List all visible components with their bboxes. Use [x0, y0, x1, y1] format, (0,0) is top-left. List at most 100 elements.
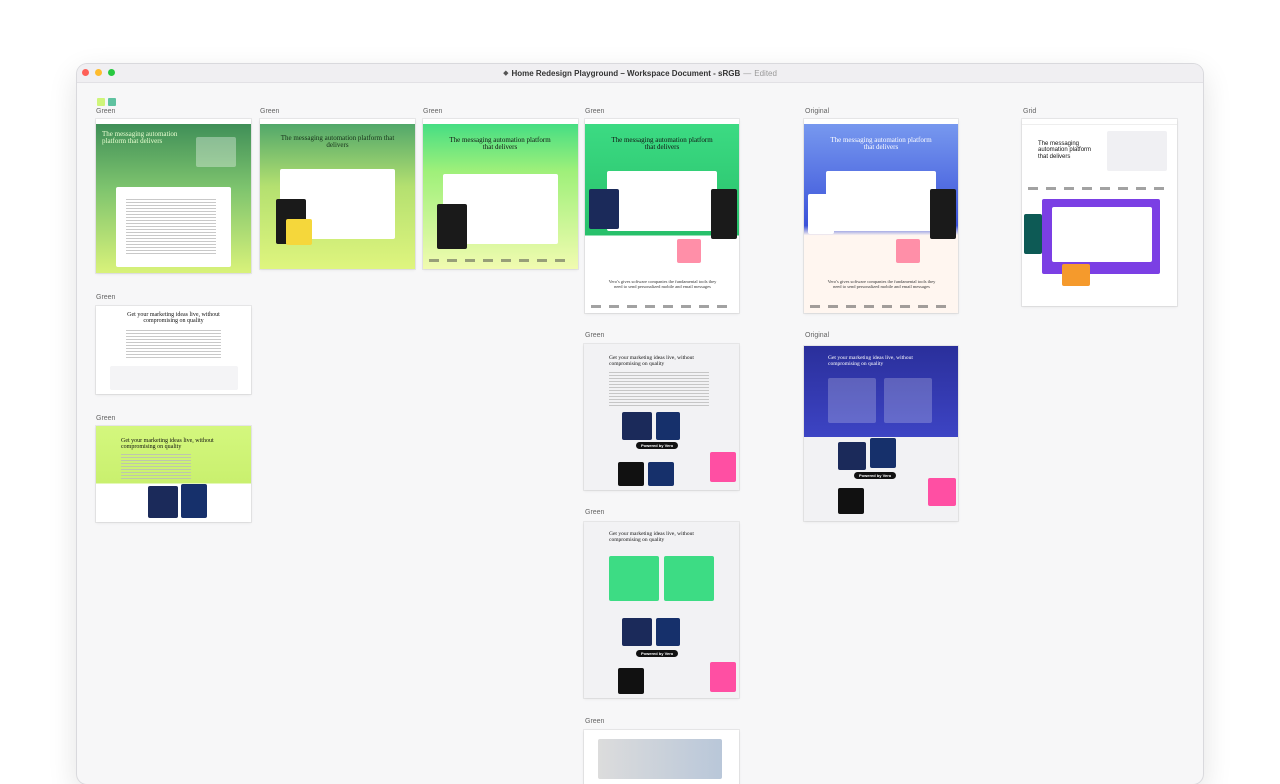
promo-card-yellow: [286, 219, 312, 245]
logo-row: [429, 259, 572, 262]
app-window: ◆ Home Redesign Playground – Workspace D…: [77, 64, 1203, 784]
promo-card-dark: [711, 189, 737, 239]
artboard-original-1[interactable]: The messaging automation platform that d…: [804, 119, 958, 313]
promo-card-orange: [1062, 264, 1090, 286]
promo-card-book: [648, 462, 674, 486]
product-screenshot: [826, 171, 936, 231]
promo-card-pink: [710, 662, 736, 692]
hero-notification-stack: [1107, 131, 1167, 171]
hero-heading: The messaging automation platform that d…: [449, 136, 551, 152]
product-detail: [126, 199, 216, 254]
artboard-green-6[interactable]: Get your marketing ideas live, without c…: [96, 426, 251, 522]
artboard-label: Green: [423, 108, 443, 115]
promo-card-navy: [589, 189, 619, 229]
artboard-label: Green: [260, 108, 280, 115]
product-screenshot: [607, 171, 717, 231]
minimize-button[interactable]: [95, 69, 102, 76]
artboard-green-8[interactable]: Get your marketing ideas live, without c…: [584, 522, 739, 698]
artboard-green-3[interactable]: The messaging automation platform that d…: [423, 119, 578, 269]
hero-heading: The messaging automation platform that d…: [280, 134, 395, 150]
mini-nav: [585, 119, 739, 124]
mini-nav: [96, 119, 251, 124]
color-swatch-lime[interactable]: [97, 98, 105, 106]
promo-card-light: [808, 194, 834, 234]
promo-card-book: [181, 484, 207, 518]
document-title: Home Redesign Playground – Workspace Doc…: [511, 68, 741, 78]
promo-card-teal: [1024, 214, 1042, 254]
promo-card-book: [656, 618, 680, 646]
mini-nav: [260, 119, 415, 124]
promo-card-dark: [838, 488, 864, 514]
window-title: ◆ Home Redesign Playground – Workspace D…: [503, 69, 777, 78]
hero-subtext: Vero's gives software companies the fund…: [827, 279, 936, 290]
feature-row: [110, 366, 238, 390]
close-button[interactable]: [82, 69, 89, 76]
hero-heading: The messaging automation platform that d…: [102, 130, 178, 146]
promo-card-navy: [148, 486, 178, 518]
promo-card-navy: [622, 412, 652, 440]
artboard-label: Grid: [1023, 108, 1037, 115]
product-screenshot: [1052, 207, 1152, 262]
title-bar: ◆ Home Redesign Playground – Workspace D…: [77, 64, 1203, 83]
artboard-green-2[interactable]: The messaging automation platform that d…: [260, 119, 415, 269]
feature-card-green: [664, 556, 714, 601]
artboard-green-4[interactable]: The messaging automation platform that d…: [585, 119, 739, 313]
logo-row: [1028, 187, 1171, 190]
section-heading: Get your marketing ideas live, without c…: [121, 438, 214, 451]
hero-heading: The messaging automation platform that d…: [1038, 141, 1092, 160]
promo-card-navy: [622, 618, 652, 646]
mini-nav: [804, 119, 958, 124]
promo-card-dark: [618, 462, 644, 486]
section-heading: Get your marketing ideas live, without c…: [609, 355, 694, 367]
edited-status: Edited: [754, 68, 777, 78]
section-heading: Get your marketing ideas live, without c…: [828, 355, 913, 367]
promo-card-pink: [710, 452, 736, 482]
feature-card: [828, 378, 876, 423]
photo-block: [598, 739, 722, 779]
hero-heading: The messaging automation platform that d…: [611, 136, 713, 152]
section-heading: Get your marketing ideas live, without c…: [609, 531, 694, 543]
artboard-label: Original: [805, 332, 830, 339]
powered-badge: Powered by Vero: [636, 650, 679, 657]
mini-nav: [423, 119, 578, 124]
artboard-label: Green: [585, 108, 605, 115]
promo-card-pink: [928, 478, 956, 506]
artboard-original-2[interactable]: Get your marketing ideas live, without c…: [804, 346, 958, 521]
section-copy: [121, 454, 191, 479]
artboard-green-9[interactable]: [584, 730, 739, 784]
artboard-label: Green: [96, 415, 116, 422]
artboard-label: Green: [585, 509, 605, 516]
mini-nav: [1022, 119, 1177, 125]
document-icon: ◆: [503, 70, 509, 77]
feature-card: [884, 378, 932, 423]
title-separator: —: [743, 68, 752, 78]
powered-badge: Powered by Vero: [854, 472, 897, 479]
promo-card-dark: [437, 204, 467, 249]
artboard-label: Green: [96, 108, 116, 115]
promo-card-dark: [618, 668, 644, 694]
artboard-label: Green: [96, 294, 116, 301]
promo-card-dark: [930, 189, 956, 239]
section-copy: [126, 330, 221, 360]
artboard-green-1[interactable]: The messaging automation platform that d…: [96, 119, 251, 273]
promo-card-pink: [677, 239, 701, 263]
zoom-button[interactable]: [108, 69, 115, 76]
promo-card-book: [656, 412, 680, 440]
feature-card-green: [609, 556, 659, 601]
promo-card-book: [870, 438, 896, 468]
logo-row: [591, 305, 733, 308]
artboard-green-5[interactable]: Get your marketing ideas live, without c…: [96, 306, 251, 394]
hero-heading: The messaging automation platform that d…: [830, 136, 932, 152]
window-controls: [82, 69, 115, 76]
powered-badge: Powered by Vero: [636, 442, 679, 449]
promo-card-navy: [838, 442, 866, 470]
hero-notification-stack: [196, 137, 236, 167]
promo-card-pink: [896, 239, 920, 263]
section-heading: Get your marketing ideas live, without c…: [127, 312, 220, 325]
hero-subtext: Vero's gives software companies the fund…: [608, 279, 717, 290]
color-swatch-teal[interactable]: [108, 98, 116, 106]
artboard-label: Green: [585, 718, 605, 725]
artboard-label: Green: [585, 332, 605, 339]
artboard-green-7[interactable]: Get your marketing ideas live, without c…: [584, 344, 739, 490]
artboard-grid[interactable]: The messaging automation platform that d…: [1022, 119, 1177, 306]
